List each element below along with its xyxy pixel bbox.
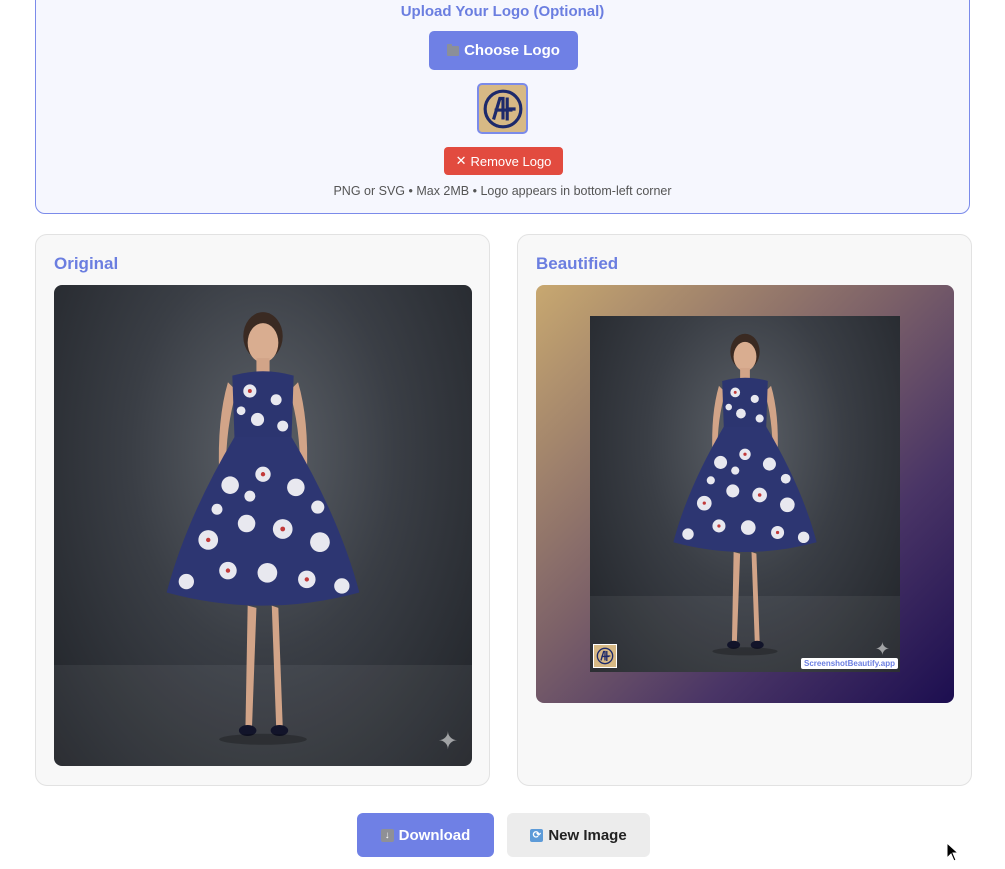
close-icon: ✕	[455, 153, 467, 168]
original-card: Original ✦	[35, 234, 490, 786]
new-image-label: New Image	[548, 826, 627, 844]
beautified-card: Beautified ✦ ScreenshotBeautify.app	[517, 234, 972, 786]
logo-upload-panel: Upload Your Logo (Optional) Choose Logo …	[35, 0, 970, 214]
sparkle-icon: ✦	[874, 639, 890, 659]
choose-logo-button[interactable]: Choose Logo	[429, 31, 578, 70]
download-label: Download	[398, 826, 471, 844]
download-icon: ↓	[380, 828, 394, 842]
mouse-cursor-icon	[946, 842, 960, 862]
watermark: ScreenshotBeautify.app	[801, 658, 898, 669]
choose-logo-label: Choose Logo	[464, 42, 560, 59]
upload-hint: PNG or SVG • Max 2MB • Logo appears in b…	[333, 184, 672, 198]
remove-logo-label: Remove Logo	[470, 153, 552, 169]
corner-logo	[593, 644, 617, 668]
beautified-image: ✦ ScreenshotBeautify.app	[536, 285, 954, 703]
beautified-title: Beautified	[536, 254, 619, 273]
model-photo	[590, 333, 900, 672]
logo-preview	[477, 83, 528, 134]
remove-logo-button[interactable]: ✕ Remove Logo	[444, 147, 563, 175]
model-photo	[54, 312, 472, 766]
original-title: Original	[54, 254, 119, 273]
original-image: ✦	[54, 285, 472, 766]
beautified-inner-photo: ✦ ScreenshotBeautify.app	[590, 316, 900, 672]
logo-mark-icon	[482, 88, 524, 130]
logo-mark-icon	[596, 647, 614, 665]
download-button[interactable]: ↓ Download	[357, 813, 494, 857]
refresh-icon: ⟳	[530, 828, 544, 842]
upload-title: Upload Your Logo (Optional)	[400, 3, 605, 20]
folder-icon	[447, 43, 460, 56]
new-image-button[interactable]: ⟳ New Image	[507, 813, 650, 857]
sparkle-icon: ✦	[437, 728, 458, 755]
